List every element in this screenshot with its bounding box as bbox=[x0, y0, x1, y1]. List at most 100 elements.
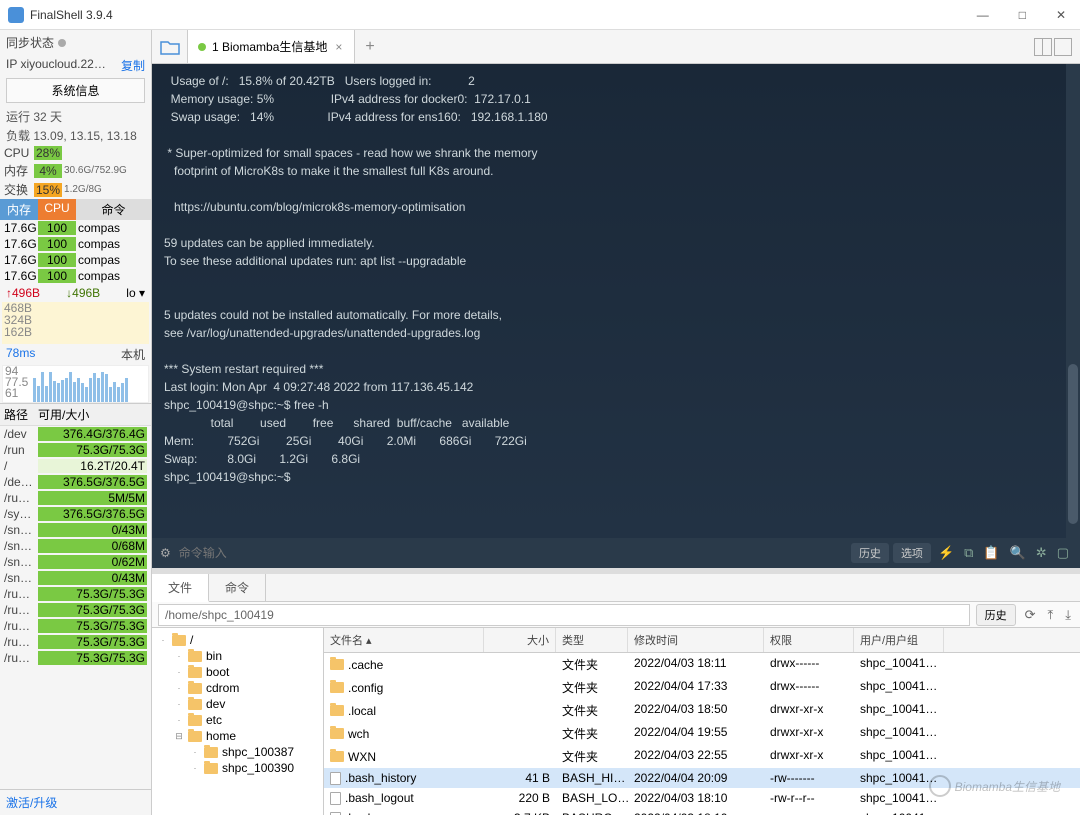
tab-commands[interactable]: 命令 bbox=[209, 574, 266, 601]
sidebar: 同步状态 IP xiyoucloud.22… 复制 系统信息 运行 32 天 负… bbox=[0, 30, 152, 815]
folder-icon bbox=[330, 751, 344, 762]
upgrade-link[interactable]: 激活/升级 bbox=[0, 789, 151, 815]
disk-row[interactable]: /de…376.5G/376.5G bbox=[0, 474, 151, 490]
disk-row[interactable]: /run75.3G/75.3G bbox=[0, 442, 151, 458]
path-input[interactable]: /home/shpc_100419 bbox=[158, 604, 970, 626]
disk-header: 路径可用/大小 bbox=[0, 403, 151, 426]
network-sparkline: 468B324B162B bbox=[2, 302, 149, 344]
disk-row[interactable]: /ru…75.3G/75.3G bbox=[0, 634, 151, 650]
folder-tree[interactable]: ·/·bin·boot·cdrom·dev·etc⊟home·shpc_1003… bbox=[152, 628, 324, 815]
disk-row[interactable]: /sy…376.5G/376.5G bbox=[0, 506, 151, 522]
path-history-button[interactable]: 历史 bbox=[976, 604, 1016, 626]
tree-node[interactable]: ·/ bbox=[154, 632, 321, 648]
tree-node[interactable]: ·cdrom bbox=[154, 680, 321, 696]
disk-row[interactable]: /16.2T/20.4T bbox=[0, 458, 151, 474]
terminal[interactable]: Usage of /: 15.8% of 20.42TB Users logge… bbox=[152, 64, 1080, 538]
expand-icon[interactable]: ▢ bbox=[1054, 545, 1072, 561]
tabbar: 1 Biomamba生信基地 × + bbox=[152, 30, 1080, 64]
disk-row[interactable]: /sn…0/43M bbox=[0, 522, 151, 538]
disk-row[interactable]: /sn…0/43M bbox=[0, 570, 151, 586]
home-button[interactable] bbox=[152, 30, 188, 63]
file-row[interactable]: .bashrc 3.7 KB BASHRC … 2022/04/03 18:10… bbox=[324, 808, 1080, 815]
mem-pct: 4% bbox=[34, 164, 62, 178]
load-avg: 负载 13.09, 13.15, 13.18 bbox=[0, 126, 151, 145]
command-input[interactable] bbox=[179, 546, 843, 560]
tree-node[interactable]: ·shpc_100387 bbox=[154, 744, 321, 760]
gear-icon[interactable]: ⚙ bbox=[160, 546, 171, 560]
file-icon bbox=[330, 792, 341, 805]
app-icon bbox=[8, 7, 24, 23]
file-row[interactable]: WXN 文件夹 2022/04/03 22:55 drwxr-xr-x shpc… bbox=[324, 745, 1080, 768]
file-icon bbox=[330, 812, 341, 815]
file-row[interactable]: .config 文件夹 2022/04/04 17:33 drwx------ … bbox=[324, 676, 1080, 699]
tree-node[interactable]: ·etc bbox=[154, 712, 321, 728]
disk-row[interactable]: /ru…5M/5M bbox=[0, 490, 151, 506]
path-row: /home/shpc_100419 历史 ⟳ ⤒ ⤓ bbox=[152, 602, 1080, 628]
process-row[interactable]: 17.6G100compas bbox=[0, 268, 151, 284]
tab-files[interactable]: 文件 bbox=[152, 574, 209, 602]
sync-dot-icon bbox=[58, 39, 66, 47]
file-row[interactable]: wch 文件夹 2022/04/04 19:55 drwxr-xr-x shpc… bbox=[324, 722, 1080, 745]
add-tab-button[interactable]: + bbox=[355, 38, 384, 56]
tree-node[interactable]: ·boot bbox=[154, 664, 321, 680]
process-row[interactable]: 17.6G100compas bbox=[0, 252, 151, 268]
file-row[interactable]: .bash_history 41 B BASH_HI… 2022/04/04 2… bbox=[324, 768, 1080, 788]
folder-icon bbox=[188, 715, 202, 726]
file-list[interactable]: 文件名 ▴ 大小 类型 修改时间 权限 用户/用户组 .cache 文件夹 20… bbox=[324, 628, 1080, 815]
tree-node[interactable]: ·shpc_100390 bbox=[154, 760, 321, 776]
close-button[interactable]: ✕ bbox=[1050, 6, 1072, 24]
process-row[interactable]: 17.6G100compas bbox=[0, 220, 151, 236]
disk-row[interactable]: /sn…0/68M bbox=[0, 538, 151, 554]
search-icon[interactable]: 🔍 bbox=[1007, 545, 1029, 561]
view-grid-icon[interactable] bbox=[1034, 38, 1052, 56]
sync-status: 同步状态 bbox=[0, 30, 151, 55]
disk-row[interactable]: /ru…75.3G/75.3G bbox=[0, 618, 151, 634]
network-row: ↑496B ↓496B lo ▾ bbox=[0, 284, 151, 302]
file-tabs: 文件 命令 bbox=[152, 574, 1080, 602]
latency-chart: 9477.561 bbox=[2, 365, 149, 403]
tab-close-icon[interactable]: × bbox=[333, 40, 344, 54]
tree-node[interactable]: ⊟home bbox=[154, 728, 321, 744]
cpu-pct: 28% bbox=[34, 146, 62, 160]
copy-icon[interactable]: ⧉ bbox=[961, 545, 976, 561]
file-row[interactable]: .local 文件夹 2022/04/03 18:50 drwxr-xr-x s… bbox=[324, 699, 1080, 722]
terminal-scrollbar[interactable] bbox=[1066, 64, 1080, 538]
ip-text: IP xiyoucloud.22… bbox=[6, 57, 106, 74]
disk-row[interactable]: /sn…0/62M bbox=[0, 554, 151, 570]
upload-icon[interactable]: ⤒ bbox=[1045, 607, 1057, 623]
status-dot-icon bbox=[198, 43, 206, 51]
app-title: FinalShell 3.9.4 bbox=[30, 8, 971, 22]
system-info-button[interactable]: 系统信息 bbox=[6, 78, 145, 103]
folder-icon bbox=[188, 731, 202, 742]
copy-link[interactable]: 复制 bbox=[121, 57, 145, 74]
options-button[interactable]: 选项 bbox=[893, 543, 931, 563]
bolt-icon[interactable]: ⚡ bbox=[935, 545, 957, 561]
history-button[interactable]: 历史 bbox=[851, 543, 889, 563]
view-list-icon[interactable] bbox=[1054, 38, 1072, 56]
file-row[interactable]: .bash_logout 220 B BASH_LO… 2022/04/03 1… bbox=[324, 788, 1080, 808]
refresh-icon[interactable]: ⟳ bbox=[1022, 607, 1039, 623]
folder-icon bbox=[188, 667, 202, 678]
folder-icon bbox=[188, 651, 202, 662]
minimize-button[interactable]: — bbox=[971, 6, 995, 24]
tree-node[interactable]: ·bin bbox=[154, 648, 321, 664]
tab-session-1[interactable]: 1 Biomamba生信基地 × bbox=[188, 30, 355, 63]
process-row[interactable]: 17.6G100compas bbox=[0, 236, 151, 252]
folder-icon bbox=[330, 705, 344, 716]
disk-row[interactable]: /dev376.4G/376.4G bbox=[0, 426, 151, 442]
disk-row[interactable]: /ru…75.3G/75.3G bbox=[0, 650, 151, 666]
folder-icon bbox=[204, 763, 218, 774]
maximize-button[interactable]: □ bbox=[1013, 6, 1032, 24]
disk-row[interactable]: /ru…75.3G/75.3G bbox=[0, 586, 151, 602]
paste-icon[interactable]: 📋 bbox=[980, 545, 1002, 561]
latency-ms: 78ms bbox=[6, 346, 35, 363]
folder-icon bbox=[188, 683, 202, 694]
disk-row[interactable]: /ru…75.3G/75.3G bbox=[0, 602, 151, 618]
download-icon[interactable]: ⤓ bbox=[1062, 607, 1074, 623]
swap-pct: 15% bbox=[34, 183, 62, 197]
settings-icon[interactable]: ✲ bbox=[1033, 545, 1050, 561]
titlebar: FinalShell 3.9.4 — □ ✕ bbox=[0, 0, 1080, 30]
folder-icon bbox=[330, 659, 344, 670]
file-row[interactable]: .cache 文件夹 2022/04/03 18:11 drwx------ s… bbox=[324, 653, 1080, 676]
tree-node[interactable]: ·dev bbox=[154, 696, 321, 712]
